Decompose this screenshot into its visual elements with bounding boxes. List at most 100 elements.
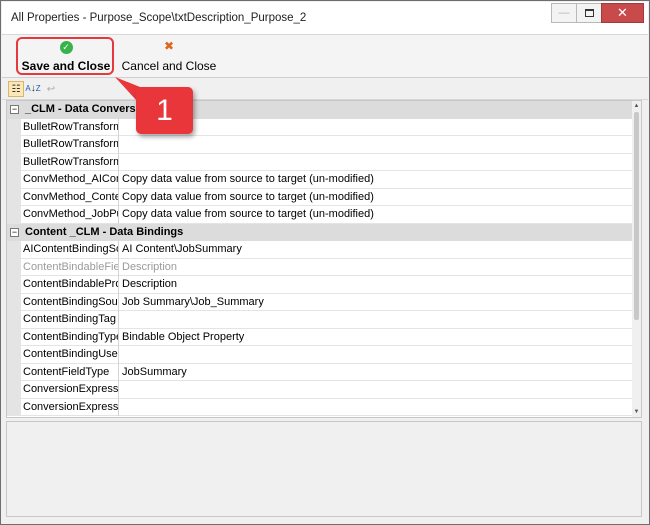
vertical-scrollbar[interactable]: ▲ ▼ [632,101,641,417]
scrollbar-thumb[interactable] [634,112,639,320]
property-name[interactable]: ConversionExpression [23,401,119,413]
minimize-icon: — [558,7,570,19]
column-separator[interactable] [118,188,119,206]
property-row[interactable]: ContentBindingType Bindable Object Proper… [7,328,634,346]
row-margin [7,118,21,136]
column-separator[interactable] [118,153,119,171]
row-margin [7,241,21,259]
scroll-down-icon[interactable]: ▼ [632,407,641,417]
description-panel [6,421,642,517]
property-row[interactable]: BulletRowTransformation [7,153,634,171]
property-name[interactable]: ContentBindingType [23,331,119,343]
row-margin [7,363,21,381]
property-row[interactable]: ContentFieldType JobSummary [7,363,634,381]
property-name[interactable]: ConvMethod_AIContent [23,173,119,185]
property-value[interactable]: Description [122,278,177,290]
column-separator[interactable] [118,363,119,381]
property-row[interactable]: ConvMethod_AIContentCopy data value from… [7,171,634,189]
property-name[interactable]: BulletRowTransformation [23,138,119,150]
property-name[interactable]: ConvMethod_JobPurpose [23,208,119,220]
column-separator[interactable] [118,346,119,364]
restore-button[interactable] [576,3,602,23]
property-row[interactable]: ContentBindingTag [7,311,634,329]
x-icon: ✖ [163,39,175,53]
all-properties-window: All Properties - Purpose_Scope\txtDescri… [0,0,650,525]
row-margin [7,276,21,294]
row-margin [7,398,21,416]
row-margin [7,206,21,224]
property-grid: − _CLM - Data Conversion BulletRowTransfor… [6,100,642,418]
column-separator[interactable] [118,171,119,189]
property-value[interactable]: Copy data value from source to target (u… [122,191,374,203]
property-name[interactable]: ContentBindableField [23,261,119,273]
property-name[interactable]: ConvMethod_Content [23,191,119,203]
property-name[interactable]: BulletRowTransformation [23,121,119,133]
property-row[interactable]: ContentBindableField Description [7,258,634,276]
category-label: Content _CLM - Data Bindings [25,225,184,238]
property-name[interactable]: ContentBindingTag [23,313,119,325]
collapse-icon[interactable]: − [10,105,19,114]
property-row[interactable]: ConvMethod_ContentCopy data value from s… [7,188,634,206]
collapse-icon[interactable]: − [10,227,19,237]
column-separator[interactable] [118,311,119,329]
column-separator[interactable] [118,136,119,154]
row-margin [7,381,21,399]
row-margin [7,311,21,329]
property-row[interactable]: ContentBindingUsed [7,346,634,364]
row-margin [7,136,21,154]
property-value[interactable]: AI Content\JobSummary [122,243,242,255]
row-margin [7,171,21,189]
property-value[interactable]: Description [122,261,177,273]
property-name[interactable]: ConversionExpression [23,383,119,395]
property-value[interactable]: Copy data value from source to target (u… [122,173,374,185]
column-separator[interactable] [118,258,119,276]
column-separator[interactable] [118,206,119,224]
row-margin [7,346,21,364]
property-row[interactable]: ConversionExpression [7,398,634,416]
row-margin [7,188,21,206]
row-margin [7,153,21,171]
step-callout-badge: 1 [136,87,193,134]
property-row[interactable]: BulletRowTransformation [7,136,634,154]
property-row[interactable]: ConvMethod_JobPurposeCopy data value fro… [7,206,634,224]
property-row[interactable]: BulletRowTransformation [7,118,634,136]
save-highlight-box [16,37,114,75]
minimize-button[interactable]: — [551,3,577,23]
property-pages-icon[interactable]: ↩ [43,81,59,97]
property-value[interactable]: JobSummary [122,366,187,378]
cancel-and-close-label: Cancel and Close [121,59,217,73]
property-value[interactable]: Job Summary\Job_Summary [122,296,264,308]
property-name[interactable]: BulletRowTransformation [23,156,119,168]
row-margin [7,328,21,346]
column-separator[interactable] [118,381,119,399]
property-name[interactable]: ContentBindingUsed [23,348,119,360]
property-name[interactable]: ContentBindableProperty [23,278,119,290]
scroll-up-icon[interactable]: ▲ [632,101,641,111]
row-margin [7,258,21,276]
column-separator[interactable] [118,398,119,416]
property-value[interactable]: Copy data value from source to target (u… [122,208,374,220]
cancel-and-close-button[interactable]: ✖ Cancel and Close [121,37,217,77]
column-separator[interactable] [118,293,119,311]
property-name[interactable]: ContentBindingSource [23,296,119,308]
column-separator[interactable] [118,118,119,136]
property-row[interactable]: ConversionExpression [7,381,634,399]
close-button[interactable]: ✕ [601,3,644,23]
column-separator[interactable] [118,328,119,346]
category-row[interactable]: − Content _CLM - Data Bindings [7,223,634,241]
property-value[interactable]: Bindable Object Property [122,331,244,343]
column-separator[interactable] [118,276,119,294]
categorized-view-icon[interactable]: ☷ [8,81,24,97]
title-bar[interactable]: All Properties - Purpose_Scope\txtDescri… [2,2,648,34]
property-name[interactable]: AIContentBindingSource [23,243,119,255]
window-controls: — ✕ [551,3,644,23]
property-row[interactable]: AIContentBindingSourceAI Content\JobSumm… [7,241,634,259]
window-title: All Properties - Purpose_Scope\txtDescri… [11,12,307,24]
property-row[interactable]: ContentBindablePropertyDescription [7,276,634,294]
property-name[interactable]: ContentFieldType [23,366,119,378]
column-separator[interactable] [118,241,119,259]
alphabetical-sort-icon[interactable]: A ↓ Z [25,81,41,97]
category-row[interactable]: − _CLM - Data Conversion [7,101,634,119]
property-row[interactable]: ContentBindingSourceJob Summary\Job_Summ… [7,293,634,311]
property-grid-toolbar: ☷ A ↓ Z ↩ [2,78,648,100]
